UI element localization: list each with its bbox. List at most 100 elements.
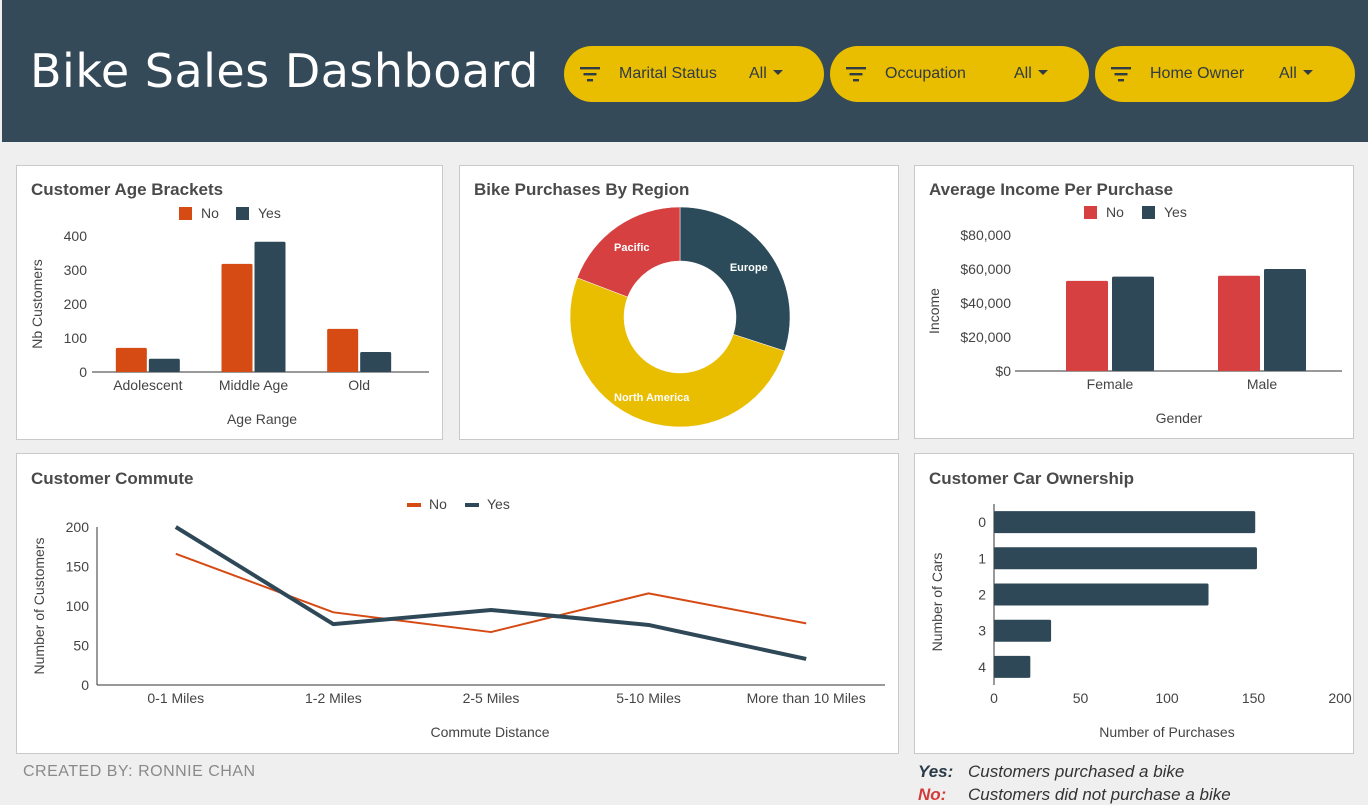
- x-tick-label: 200: [1328, 690, 1352, 706]
- y-axis-title: Nb Customers: [29, 259, 45, 348]
- legend-label: No: [1106, 204, 1124, 220]
- x-tick-label: 100: [1155, 690, 1179, 706]
- bar-no: [1066, 280, 1108, 371]
- dashboard-title: Bike Sales Dashboard: [30, 44, 539, 98]
- filter-icon: [1111, 67, 1131, 82]
- panel-age-brackets: Customer Age Brackets 0 100 200 300 400 Adole…: [16, 165, 443, 440]
- bar-cars-3: [994, 619, 1052, 642]
- y-tick-label: 3: [978, 623, 986, 639]
- y-tick-label: 0: [81, 677, 89, 693]
- legend-swatch: [1142, 206, 1155, 219]
- y-tick-label: $60,000: [960, 261, 1011, 277]
- line-yes: [174, 525, 807, 661]
- dashboard-header: Bike Sales Dashboard Marital Status All …: [2, 0, 1368, 142]
- legend-swatch: [465, 503, 479, 507]
- x-tick-label: 150: [1242, 690, 1266, 706]
- x-axis-title: Age Range: [227, 411, 297, 427]
- y-tick-label: 400: [64, 228, 88, 244]
- x-tick-label: Male: [1247, 376, 1278, 392]
- income-chart: $0 $20,000 $40,000 $60,000 $80,000 Female Male…: [926, 204, 1342, 426]
- bar-yes: [1112, 276, 1154, 371]
- filter-value-dropdown[interactable]: All: [749, 65, 783, 83]
- legend-label: Yes: [258, 205, 281, 221]
- y-axis-title: Income: [926, 288, 942, 334]
- x-tick-label: Adolescent: [113, 377, 182, 393]
- legend-note-key: Yes:: [918, 762, 954, 781]
- y-tick-label: $20,000: [960, 329, 1011, 345]
- bar-cars-1: [994, 547, 1257, 570]
- y-tick-label: 1: [978, 550, 986, 566]
- bar-no: [327, 328, 359, 372]
- filter-label: Marital Status: [619, 65, 717, 82]
- commute-chart: 0 50 100 150 200 0-1 Miles 1-2 Miles 2-5 Miles 5…: [31, 496, 885, 740]
- panel-region: Bike Purchases By Region Europe North Ame…: [459, 165, 899, 440]
- y-tick-label: 4: [978, 659, 986, 675]
- credit-text: CREATED BY: RONNIE CHAN: [23, 763, 256, 780]
- bar-yes: [1264, 269, 1306, 371]
- legend-swatch: [179, 207, 192, 220]
- y-tick-label: 0: [978, 514, 986, 530]
- legend-note-text: Customers did not purchase a bike: [968, 785, 1231, 804]
- x-axis-title: Number of Purchases: [1099, 724, 1234, 740]
- legend-note-key: No:: [918, 785, 947, 804]
- x-tick-label: 1-2 Miles: [305, 690, 362, 706]
- x-tick-label: 0: [990, 690, 998, 706]
- x-tick-label: 5-10 Miles: [616, 690, 681, 706]
- x-tick-label: Old: [348, 377, 370, 393]
- y-tick-label: $0: [995, 363, 1011, 379]
- y-tick-label: 2: [978, 587, 986, 603]
- filter-marital-status[interactable]: Marital Status All: [564, 46, 824, 102]
- filter-home-owner[interactable]: Home Owner All: [1095, 46, 1355, 102]
- legend-swatch: [1084, 206, 1097, 219]
- legend-swatch: [236, 207, 249, 220]
- x-tick-label: More than 10 Miles: [747, 690, 866, 706]
- slice-europe: [679, 206, 791, 352]
- legend-label: No: [429, 496, 447, 512]
- y-tick-label: 50: [73, 638, 89, 654]
- bar-no: [115, 347, 147, 372]
- y-axis-title: Number of Customers: [31, 538, 47, 675]
- slice-label: Pacific: [614, 242, 649, 254]
- filter-icon: [846, 67, 866, 82]
- y-tick-label: 0: [79, 364, 87, 380]
- filter-label: Home Owner: [1150, 65, 1245, 82]
- filter-value-dropdown[interactable]: All: [1279, 65, 1313, 83]
- x-axis-title: Gender: [1156, 410, 1203, 426]
- age-bracket-chart: 0 100 200 300 400 Adolescent Middle Age Old Age …: [29, 205, 429, 427]
- slice-label: Europe: [730, 262, 768, 274]
- filter-value-dropdown[interactable]: All: [1014, 65, 1048, 83]
- legend-note-text: Customers purchased a bike: [968, 762, 1185, 781]
- car-ownership-chart: 0 50 100 150 200 0 1 2 3 4 Number of Purchases Numb…: [929, 504, 1352, 740]
- legend-label: Yes: [1164, 204, 1187, 220]
- bar-no: [221, 263, 253, 372]
- bar-yes: [254, 241, 286, 372]
- legend-note-yes: Yes: Customers purchased a bike: [918, 762, 1184, 782]
- bar-yes: [148, 358, 180, 372]
- bar-cars-2: [994, 583, 1209, 606]
- y-tick-label: $40,000: [960, 295, 1011, 311]
- y-tick-label: 100: [66, 598, 90, 614]
- y-tick-label: 100: [64, 330, 88, 346]
- panel-income: Average Income Per Purchase $0 $20,000 $40…: [914, 165, 1354, 439]
- filter-icon: [580, 67, 600, 82]
- legend-swatch: [407, 503, 421, 507]
- bar-cars-4: [994, 655, 1031, 678]
- bar-cars-0: [994, 511, 1256, 534]
- legend-note-no: No: Customers did not purchase a bike: [918, 785, 1231, 805]
- caret-down-icon: [772, 70, 783, 75]
- x-tick-label: Middle Age: [219, 377, 288, 393]
- panel-car-ownership: Customer Car Ownership 0 50 100 150 200 0 1 2 3 4…: [914, 453, 1354, 754]
- slice-label: North America: [614, 392, 690, 404]
- y-tick-label: 200: [66, 519, 90, 535]
- y-tick-label: $80,000: [960, 227, 1011, 243]
- caret-down-icon: [1302, 70, 1313, 75]
- y-axis-title: Number of Cars: [929, 553, 945, 652]
- x-axis-title: Commute Distance: [430, 724, 549, 740]
- legend-label: No: [201, 205, 219, 221]
- filter-label: Occupation: [885, 65, 966, 82]
- bar-no: [1218, 275, 1260, 371]
- x-tick-label: 2-5 Miles: [463, 690, 520, 706]
- y-tick-label: 300: [64, 262, 88, 278]
- filter-occupation[interactable]: Occupation All: [830, 46, 1089, 102]
- panel-commute: Customer Commute 0 50 100 150 200 0-1 Miles 1-…: [16, 453, 899, 754]
